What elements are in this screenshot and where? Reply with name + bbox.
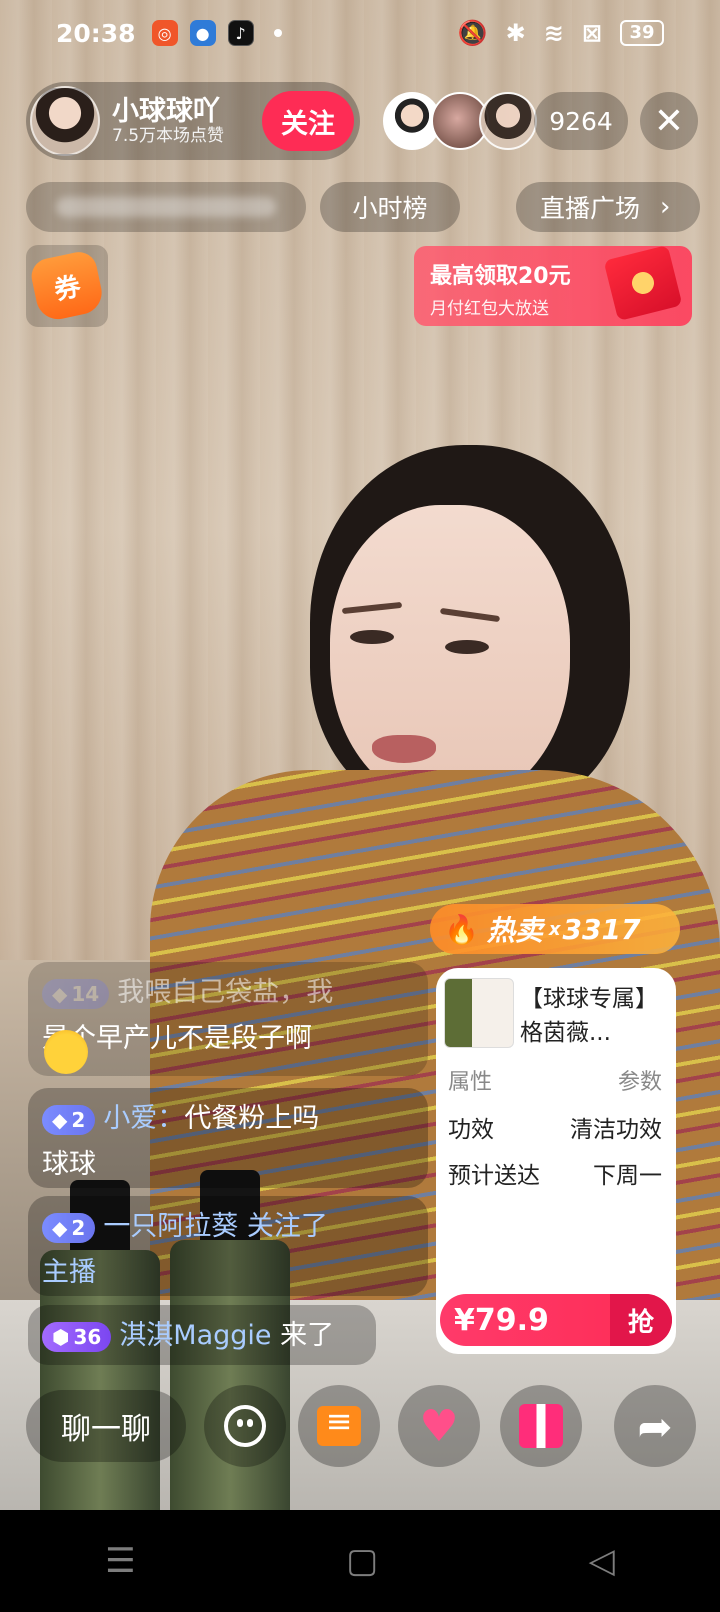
user-level-badge: ◆ 2 xyxy=(42,1212,96,1243)
browser-app-icon: ● xyxy=(189,20,216,46)
chat-message: ◆ 14 我喂自己袋盐，我 是个早产儿不是段子啊 xyxy=(28,962,428,1076)
live-plaza-button[interactable]: 直播广场 › xyxy=(516,182,700,232)
system-indicators: 🔕 ✱ ≋ ⊠ 39 xyxy=(458,19,664,47)
spec-value: 下周一 xyxy=(593,1163,662,1189)
top-viewers[interactable] xyxy=(383,92,537,152)
blurred-text xyxy=(56,197,276,217)
host-eye-left xyxy=(350,630,394,644)
chat-line: 球球 xyxy=(42,1142,414,1188)
product-title[interactable]: 【球球专属】格茵薇... xyxy=(520,982,666,1052)
sim-icon: ⊠ xyxy=(581,19,602,47)
chat-username[interactable]: 淇淇Maggie xyxy=(119,1320,271,1351)
emoji-icon xyxy=(44,1030,88,1074)
chat-text: 我喂自己袋盐，我 xyxy=(117,977,334,1008)
spec-row: 预计送达 下周一 xyxy=(448,1156,662,1190)
envelope-seal xyxy=(629,269,657,297)
buy-bar[interactable]: ¥79.9 抢 xyxy=(440,1294,672,1346)
chat-line: ◆ 2 一只阿拉葵 关注了 xyxy=(42,1204,414,1250)
product-thumbnail[interactable] xyxy=(444,978,514,1048)
like-button[interactable]: ♥ xyxy=(398,1385,480,1467)
host-name: 小球球吖 xyxy=(112,95,220,127)
coupon-bag-icon: 券 xyxy=(28,248,106,324)
chat-text: 来了 xyxy=(271,1320,335,1351)
status-bar: 20:38 ◎ ● ♪ 🔕 ✱ ≋ ⊠ 39 xyxy=(0,0,720,66)
live-plaza-label: 直播广场 xyxy=(540,194,641,223)
follow-button[interactable]: 关注 xyxy=(262,91,354,151)
flame-icon: 🔥 xyxy=(444,912,479,946)
hot-sale-tag: 🔥 热卖 x 3317 xyxy=(430,904,680,954)
product-card[interactable]: 【球球专属】格茵薇... 属性 参数 功效 清洁功效 预计送达 下周一 ¥79.… xyxy=(436,968,676,1354)
user-level-badge: ◆ 14 xyxy=(42,978,110,1009)
hot-sale-label: 热卖 xyxy=(486,914,543,947)
chat-line: ◆ 14 我喂自己袋盐，我 xyxy=(42,970,414,1016)
bluetooth-icon: ✱ xyxy=(505,19,526,47)
hot-sale-count: 3317 xyxy=(562,912,641,946)
back-icon[interactable]: ◁ xyxy=(589,1541,615,1581)
laughing-crying-emoji xyxy=(44,1030,88,1074)
share-button[interactable]: ➦ xyxy=(614,1385,696,1467)
share-icon: ➦ xyxy=(637,1401,673,1451)
menu-icon[interactable]: ☰ xyxy=(105,1541,135,1581)
shopping-cart-icon xyxy=(317,1402,361,1446)
spec-key: 功效 xyxy=(448,1117,494,1143)
chevron-right-icon: › xyxy=(660,192,671,222)
shopping-cart-button[interactable] xyxy=(298,1385,380,1467)
chat-text: 代餐粉上吗 xyxy=(184,1103,320,1134)
chat-message: ◆ 2 一只阿拉葵 关注了 主播 xyxy=(28,1196,428,1296)
user-level: 2 xyxy=(71,1107,86,1132)
chat-username[interactable]: 小爱： xyxy=(103,1103,184,1134)
chat-text: 关注了 xyxy=(238,1211,328,1242)
spec-header-attr: 属性 xyxy=(448,1070,493,1095)
more-notifications-dot xyxy=(273,29,282,37)
chat-line: 是个早产儿不是段子啊 xyxy=(42,1016,414,1062)
smiley-icon xyxy=(224,1405,266,1447)
viewer-count[interactable]: 9264 xyxy=(534,92,628,150)
hourly-rank-button[interactable]: 小时榜 xyxy=(320,182,460,232)
product-price: ¥79.9 xyxy=(454,1302,549,1338)
emoji-button[interactable] xyxy=(204,1385,286,1467)
battery-indicator: 39 xyxy=(620,20,664,46)
heart-icon: ♥ xyxy=(419,1400,459,1452)
recorder-app-icon: ◎ xyxy=(151,20,178,46)
host-avatar[interactable] xyxy=(30,86,100,156)
coupon-button[interactable]: 券 xyxy=(26,245,108,327)
home-icon[interactable]: ▢ xyxy=(346,1541,378,1581)
host-likes: 7.5万本场点赞 xyxy=(112,125,225,146)
spec-row: 功效 清洁功效 xyxy=(448,1110,662,1144)
user-level: 14 xyxy=(71,981,100,1006)
chat-line: 主播 xyxy=(42,1250,414,1296)
spec-key: 预计送达 xyxy=(448,1163,540,1189)
chat-message: ⬢ 36 淇淇Maggie 来了 xyxy=(28,1305,376,1365)
user-level: 2 xyxy=(71,1215,86,1240)
gift-button[interactable] xyxy=(500,1385,582,1467)
red-packet-banner[interactable]: 最高领取20元 月付红包大放送 xyxy=(414,244,692,326)
chat-input[interactable]: 聊一聊 xyxy=(26,1390,186,1462)
wifi-icon: ≋ xyxy=(543,19,564,47)
chat-username[interactable]: 一只阿拉葵 xyxy=(103,1211,238,1242)
clock: 20:38 xyxy=(56,18,136,48)
hot-sale-multiplier: x xyxy=(548,918,561,940)
system-navigation-bar: ☰ ▢ ◁ xyxy=(0,1510,720,1612)
gift-icon xyxy=(519,1404,563,1448)
user-level-badge: ◆ 2 xyxy=(42,1104,96,1135)
chat-text: 主播 xyxy=(42,1257,96,1288)
grab-button[interactable]: 抢 xyxy=(610,1294,672,1346)
user-level-badge: ⬢ 36 xyxy=(42,1321,112,1352)
host-face xyxy=(330,505,570,805)
blurred-info-pill[interactable] xyxy=(26,182,306,232)
host-info: 小球球吖 7.5万本场点赞 xyxy=(112,96,224,147)
host-mouth xyxy=(372,735,436,763)
close-icon[interactable]: ✕ xyxy=(640,92,698,150)
user-level: 36 xyxy=(73,1324,102,1349)
mute-icon: 🔕 xyxy=(457,19,488,47)
spec-value: 清洁功效 xyxy=(570,1117,662,1143)
chat-text: 球球 xyxy=(42,1149,96,1180)
host-eye-right xyxy=(445,640,489,654)
chat-message: ◆ 2 小爱：代餐粉上吗 球球 xyxy=(28,1088,428,1188)
spec-header-param: 参数 xyxy=(617,1070,662,1095)
spec-header: 属性 参数 xyxy=(448,1064,662,1096)
chat-line: ◆ 2 小爱：代餐粉上吗 xyxy=(42,1096,414,1142)
tiktok-app-icon: ♪ xyxy=(227,20,254,46)
viewer-avatar[interactable] xyxy=(479,92,537,150)
